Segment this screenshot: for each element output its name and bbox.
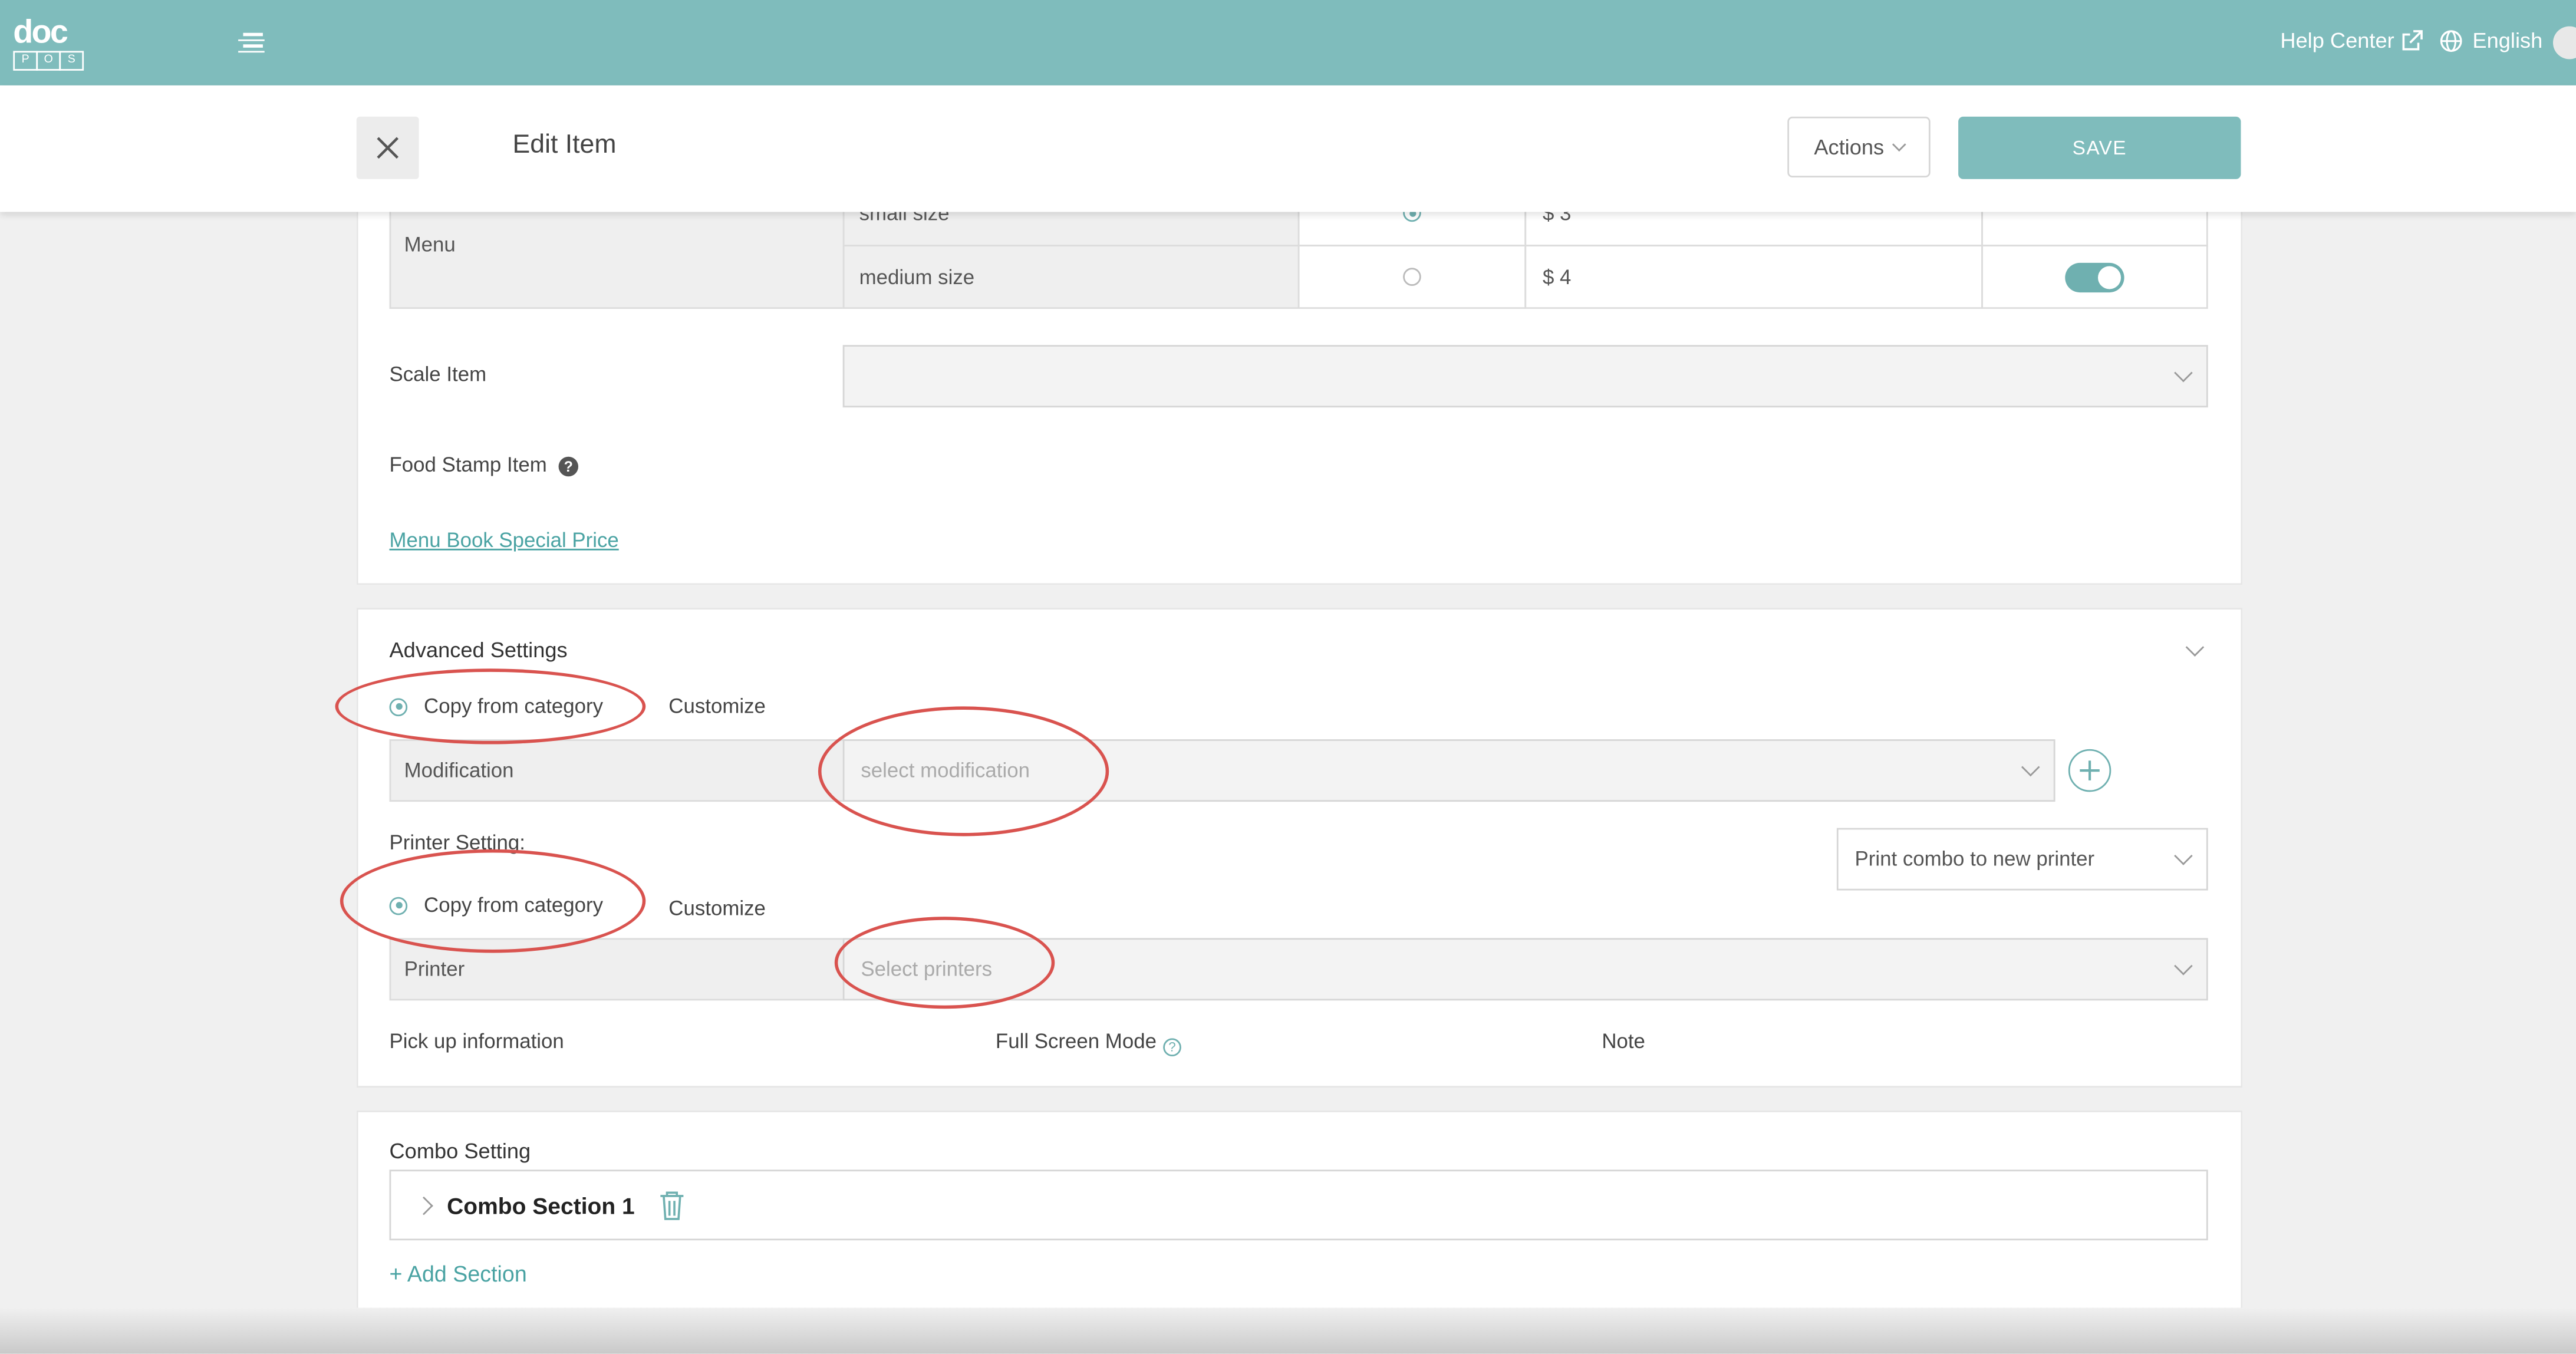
copy-from-category-label: Copy from category <box>424 894 604 917</box>
food-stamp-label: Food Stamp Item <box>389 453 547 477</box>
modification-placeholder: select modification <box>861 759 1030 782</box>
chevron-down-icon <box>1892 137 1906 151</box>
logo-letter: P <box>13 51 38 71</box>
logo-letter: S <box>59 51 84 71</box>
page-title: Edit Item <box>512 131 617 160</box>
printer-select[interactable]: Select printers <box>842 938 2208 1001</box>
printer-placeholder: Select printers <box>861 957 993 981</box>
scale-item-label: Scale Item <box>389 363 487 386</box>
advanced-settings-title: Advanced Settings <box>389 637 568 663</box>
size-enable-toggle[interactable] <box>2065 262 2124 292</box>
price-cell[interactable]: $ 4 <box>1524 245 1983 309</box>
chevron-down-icon <box>2174 363 2193 383</box>
chevron-down-icon <box>2021 757 2040 777</box>
fullscreen-mode-label: Full Screen Mode <box>995 1030 1157 1053</box>
globe-icon <box>2440 29 2462 51</box>
combo-setting-title: Combo Setting <box>389 1138 531 1164</box>
modification-label-cell: Modification <box>389 739 845 802</box>
logo-text: doc <box>13 15 68 51</box>
actions-label: Actions <box>1814 134 1885 160</box>
price-value: $ 4 <box>1542 265 1572 289</box>
default-radio-cell <box>1297 245 1527 309</box>
help-center-link[interactable]: Help Center <box>2280 28 2424 52</box>
top-bar <box>0 0 2576 85</box>
help-center-label: Help Center <box>2280 28 2394 53</box>
default-size-radio[interactable] <box>1403 268 1421 286</box>
close-icon <box>377 137 399 159</box>
menu-label: Menu <box>404 233 456 256</box>
save-button[interactable]: SAVE <box>1958 116 2241 179</box>
language-selector[interactable]: English <box>2440 28 2543 53</box>
trash-icon[interactable] <box>658 1188 687 1221</box>
external-link-icon <box>2403 29 2423 50</box>
close-button[interactable] <box>356 116 419 179</box>
print-combo-select[interactable]: Print combo to new printer <box>1836 828 2208 891</box>
copy-from-category-radio[interactable] <box>389 697 408 716</box>
modification-select[interactable]: select modification <box>842 739 2055 802</box>
pickup-info-label: Pick up information <box>389 1030 564 1053</box>
customize-label: Customize <box>668 694 766 718</box>
combo-section-name: Combo Section 1 <box>447 1191 635 1218</box>
language-label: English <box>2472 28 2543 53</box>
chevron-right-icon[interactable] <box>414 1195 433 1215</box>
modification-customize-option[interactable]: Customize <box>649 695 766 718</box>
menu-book-special-price-link[interactable]: Menu Book Special Price <box>390 529 619 552</box>
print-combo-value: Print combo to new printer <box>1854 848 2095 871</box>
scale-unit-select[interactable] <box>842 345 2208 408</box>
printer-customize-option[interactable]: Customize <box>649 894 766 923</box>
modification-label: Modification <box>404 759 514 782</box>
bottom-shadow <box>0 1307 2576 1354</box>
copy-from-category-label: Copy from category <box>424 694 604 718</box>
copy-from-category-radio[interactable] <box>389 896 408 914</box>
enable-cell <box>1981 245 2208 309</box>
note-label: Note <box>1602 1030 1645 1053</box>
help-icon[interactable]: ? <box>558 456 579 477</box>
printer-label-cell: Printer <box>389 938 845 1001</box>
modification-copy-option[interactable]: Copy from category <box>389 694 604 718</box>
app-logo[interactable]: doc P O S <box>13 15 85 71</box>
chevron-down-icon <box>2174 846 2193 865</box>
help-icon[interactable]: ? <box>1163 1038 1181 1057</box>
printer-setting-title: Printer Setting: <box>389 831 525 855</box>
menu-toggle-icon[interactable] <box>238 29 265 54</box>
actions-button[interactable]: Actions <box>1787 116 1931 177</box>
logo-letter: O <box>36 51 61 71</box>
size-name: medium size <box>859 265 975 289</box>
printer-label: Printer <box>404 957 465 981</box>
add-modification-button[interactable] <box>2068 749 2111 792</box>
chevron-down-icon <box>2174 956 2193 976</box>
combo-section-row[interactable]: Combo Section 1 <box>389 1169 2208 1241</box>
logo-letters: P O S <box>13 51 85 71</box>
add-section-link[interactable]: + Add Section <box>390 1261 527 1286</box>
customize-label: Customize <box>668 897 766 920</box>
printer-copy-option[interactable]: Copy from category <box>389 894 604 917</box>
plus-icon <box>2080 760 2100 780</box>
size-cell: medium size <box>842 245 1300 309</box>
